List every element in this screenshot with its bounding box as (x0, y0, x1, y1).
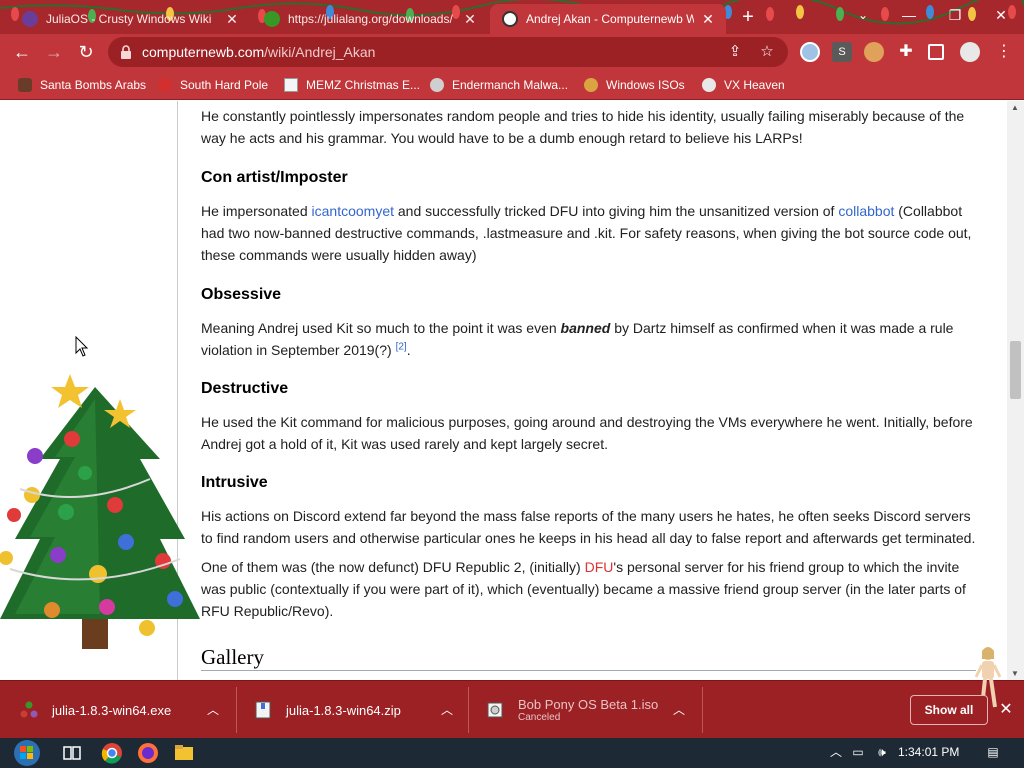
link-collabbot[interactable]: collabbot (838, 203, 894, 219)
bookmark-vx-heaven[interactable]: VX Heaven (702, 76, 785, 94)
bookmark-memz-christmas[interactable]: MEMZ Christmas E... (284, 76, 420, 94)
julia-logo-icon (20, 701, 38, 718)
bookmark-favicon-icon (430, 78, 444, 92)
destructive-paragraph: He used the Kit command for malicious pu… (201, 414, 973, 452)
heading-obsessive: Obsessive (201, 286, 282, 303)
network-icon[interactable]: ▭ (850, 744, 866, 760)
iso-file-icon (487, 702, 503, 718)
page-scrollbar[interactable]: ▲ ▼ (1007, 101, 1024, 680)
minimize-button[interactable]: — (886, 0, 932, 30)
download-item-julia-zip[interactable]: julia-1.8.3-win64.zip ︿ (254, 681, 466, 739)
download-separator (468, 687, 469, 733)
firefox-taskbar-icon[interactable] (136, 741, 160, 765)
tab-search-chevron-icon[interactable]: ⌄ (840, 0, 886, 30)
lock-icon (121, 45, 131, 59)
bookmark-favicon-icon (584, 78, 598, 92)
bookmark-favicon-icon (158, 78, 172, 92)
heading-con-artist: Con artist/Imposter (201, 169, 348, 186)
browser-toolbar: ← → ↻ computernewb.com/wiki/Andrej_Akan … (0, 34, 1024, 70)
chevron-up-icon[interactable]: ︿ (670, 701, 688, 719)
close-tab-icon[interactable]: ✕ (224, 11, 240, 27)
tab-julialang-downloads[interactable]: https://julialang.org/downloads/ ✕ (252, 4, 488, 34)
heading-gallery: Gallery (201, 646, 976, 671)
forward-button[interactable]: → (40, 38, 68, 66)
download-separator (236, 687, 237, 733)
side-panel-icon[interactable] (928, 44, 944, 60)
tab-andrej-akan[interactable]: Andrej Akan - Computernewb W ✕ (490, 4, 726, 34)
bookmark-endermanch-malware[interactable]: Endermanch Malwa... (430, 76, 568, 94)
download-shelf: julia-1.8.3-win64.exe ︿ julia-1.8.3-win6… (0, 647, 1024, 739)
back-button[interactable]: ← (8, 38, 36, 66)
reference-link[interactable]: [2] (396, 341, 407, 352)
restore-button[interactable]: ❐ (932, 0, 978, 30)
windows-taskbar: ︿ ▭ 🕪 1:34:01 PM ▤ (0, 738, 1024, 768)
tab-juliaos-wiki[interactable]: JuliaOS - Crusty Windows Wiki ✕ (10, 4, 250, 34)
bookmark-favicon-icon (702, 78, 716, 92)
christmas-tree-decoration (0, 374, 200, 649)
computernewb-favicon-icon (502, 11, 518, 27)
bookmark-santa-bombs-arabs[interactable]: Santa Bombs Arabs (18, 76, 146, 94)
address-url: computernewb.com/wiki/Andrej_Akan (142, 44, 376, 60)
start-orb-icon[interactable] (12, 739, 42, 767)
con-artist-paragraph: He impersonated icantcoomyet and success… (201, 203, 972, 263)
profile-avatar-icon[interactable] (960, 42, 980, 62)
extension-s-icon[interactable]: S (832, 42, 852, 62)
download-separator (702, 687, 703, 733)
menu-kebab-icon[interactable]: ⋮ (994, 42, 1014, 62)
chevron-up-icon[interactable]: ︿ (204, 701, 222, 719)
download-item-julia-exe[interactable]: julia-1.8.3-win64.exe ︿ (20, 681, 232, 739)
mouse-cursor-icon (75, 336, 89, 357)
heading-intrusive: Intrusive (201, 474, 268, 491)
julia-favicon-icon (22, 11, 38, 27)
scroll-down-arrow-icon[interactable]: ▼ (1011, 669, 1019, 678)
extension-avatar-icon[interactable] (864, 42, 884, 62)
notification-center-icon[interactable]: ▤ (984, 744, 1002, 760)
extensions-puzzle-icon[interactable]: ✚ (896, 42, 916, 62)
chevron-up-icon[interactable]: ︿ (438, 701, 456, 719)
reload-button[interactable]: ↻ (72, 38, 100, 66)
intrusive-paragraph-2: One of them was (the now defunct) DFU Re… (201, 559, 966, 619)
bookmark-star-icon[interactable]: ☆ (758, 43, 776, 61)
close-window-button[interactable]: ✕ (978, 0, 1024, 30)
bookmark-favicon-icon (18, 78, 32, 92)
address-bar[interactable]: computernewb.com/wiki/Andrej_Akan ⇪ ☆ (108, 37, 788, 67)
intro-paragraph: He constantly pointlessly impersonates r… (201, 108, 965, 146)
zip-file-icon (255, 701, 271, 719)
obsessive-paragraph: Meaning Andrej used Kit so much to the p… (201, 320, 954, 358)
heading-destructive: Destructive (201, 380, 289, 397)
chrome-taskbar-icon[interactable] (100, 741, 124, 765)
page-viewport: He constantly pointlessly impersonates r… (0, 101, 1024, 680)
new-tab-button[interactable]: + (737, 6, 759, 28)
intrusive-paragraph-1: His actions on Discord extend far beyond… (201, 508, 976, 546)
julia-favicon-icon (264, 11, 280, 27)
taskbar-clock[interactable]: 1:34:01 PM (898, 745, 959, 759)
scroll-up-arrow-icon[interactable]: ▲ (1011, 103, 1019, 112)
extension-globe-icon[interactable] (800, 42, 820, 62)
wiki-sidebar (0, 101, 200, 680)
download-status: Canceled (518, 712, 561, 723)
tray-chevron-up-icon[interactable]: ︿ (828, 744, 844, 760)
close-download-bar-icon[interactable]: ✕ (997, 701, 1015, 719)
bookmark-south-hard-pole[interactable]: South Hard Pole (158, 76, 268, 94)
bookmark-windows-isos[interactable]: Windows ISOs (584, 76, 685, 94)
file-explorer-icon[interactable] (172, 741, 196, 765)
show-all-button[interactable]: Show all (910, 695, 988, 725)
tab-strip: JuliaOS - Crusty Windows Wiki ✕ https://… (0, 0, 1024, 34)
task-view-icon[interactable] (60, 741, 84, 765)
download-item-bob-pony-iso[interactable]: Bob Pony OS Beta 1.iso Canceled ︿ (486, 681, 698, 739)
scrollbar-thumb[interactable] (1010, 341, 1021, 399)
link-icantcoomyet[interactable]: icantcoomyet (312, 203, 394, 219)
bookmarks-bar: Santa Bombs Arabs South Hard Pole MEMZ C… (0, 70, 1024, 100)
share-icon[interactable]: ⇪ (726, 43, 744, 61)
link-dfu[interactable]: DFU (585, 559, 614, 575)
bookmark-favicon-icon (284, 78, 298, 92)
volume-icon[interactable]: 🕪 (874, 744, 890, 760)
close-tab-icon[interactable]: ✕ (700, 11, 716, 27)
close-tab-icon[interactable]: ✕ (462, 11, 478, 27)
